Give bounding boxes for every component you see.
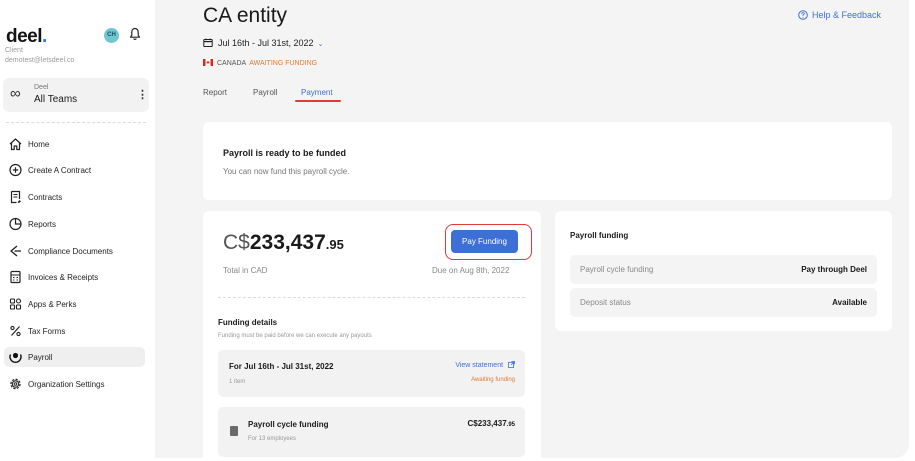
- funding-details-subtitle: Funding must be paid before we can execu…: [218, 333, 372, 339]
- payroll-cycle-funding-method: Payroll cycle funding Pay through Deel: [570, 255, 877, 284]
- funding-details-title: Funding details: [218, 318, 277, 327]
- sidebar: deel. Client demotest@letsdeel.co CH ∞ D…: [0, 0, 154, 461]
- banner-title: Payroll is ready to be funded: [223, 148, 346, 158]
- payroll-funding-title: Payroll funding: [570, 231, 628, 240]
- period-label: Jul 16th - Jul 31st, 2022: [218, 38, 314, 48]
- sidebar-item-label: Home: [28, 140, 49, 149]
- sidebar-item-label: Compliance Documents: [28, 247, 113, 256]
- page-title: CA entity: [203, 4, 287, 28]
- sidebar-item-payroll[interactable]: Payroll: [4, 347, 145, 367]
- sidebar-item-label: Tax Forms: [28, 327, 65, 336]
- statement-count: 1 item: [229, 379, 245, 385]
- row-value: Pay through Deel: [801, 265, 867, 274]
- compliance-icon: [8, 244, 23, 258]
- sidebar-item-compliance-documents[interactable]: Compliance Documents: [4, 241, 145, 261]
- avatar[interactable]: CH: [104, 28, 119, 43]
- account-email: demotest@letsdeel.co: [5, 57, 74, 64]
- status-badge: AWAITING FUNDING: [249, 60, 317, 67]
- period-selector[interactable]: Jul 16th - Jul 31st, 2022 ⌄: [203, 38, 323, 48]
- chevron-down-icon: ⌄: [318, 41, 324, 48]
- sidebar-item-home[interactable]: Home: [4, 134, 145, 154]
- view-statement-link[interactable]: View statement: [455, 361, 515, 369]
- sidebar-item-label: Reports: [28, 220, 56, 229]
- deel-logo[interactable]: deel.: [6, 26, 47, 48]
- deposit-status: Deposit status Available: [570, 288, 877, 317]
- row-key: Deposit status: [580, 298, 631, 307]
- sidebar-item-reports[interactable]: Reports: [4, 214, 145, 234]
- team-switcher[interactable]: ∞ Deel All Teams ⋮: [3, 78, 149, 112]
- due-date: Due on Aug 8th, 2022: [432, 266, 509, 275]
- more-vertical-icon[interactable]: ⋮: [137, 88, 148, 101]
- line-title: Payroll cycle funding: [248, 420, 328, 429]
- percent-icon: [8, 324, 23, 338]
- payroll-icon: [8, 350, 23, 364]
- statement-row: For Jul 16th - Jul 31st, 2022 1 item Vie…: [218, 350, 525, 397]
- tab-payment[interactable]: Payment: [301, 88, 333, 97]
- funding-ready-banner: Payroll is ready to be funded You can no…: [203, 122, 892, 200]
- sidebar-item-tax-forms[interactable]: Tax Forms: [4, 321, 145, 341]
- home-icon: [8, 137, 23, 151]
- sidebar-item-label: Payroll: [28, 353, 52, 362]
- banner-subtitle: You can now fund this payroll cycle.: [223, 167, 349, 176]
- tab-payroll[interactable]: Payroll: [253, 88, 277, 97]
- funding-card: C$233,437.95 Pay Funding Total in CAD Du…: [203, 211, 541, 458]
- plus-circle-icon: [8, 163, 23, 177]
- button-highlight-annotation: [445, 224, 532, 260]
- sidebar-item-invoices-receipts[interactable]: Invoices & Receipts: [4, 267, 145, 287]
- external-link-icon: [508, 361, 515, 368]
- funding-amount: C$233,437.95: [223, 231, 344, 255]
- row-value: Available: [832, 298, 867, 307]
- pie-chart-icon: [8, 217, 23, 231]
- team-org: Deel: [34, 84, 48, 91]
- account-role: Client: [5, 47, 23, 54]
- sidebar-item-label: Invoices & Receipts: [28, 273, 98, 282]
- sidebar-item-label: Organization Settings: [28, 380, 105, 389]
- country-status: CANADAAWAITING FUNDING: [203, 59, 317, 67]
- line-amount: C$233,437.95: [468, 419, 516, 428]
- gear-icon: [8, 377, 23, 391]
- infinity-icon: ∞: [10, 85, 21, 102]
- help-icon: [798, 10, 808, 20]
- payroll-cycle-funding-row: Payroll cycle funding For 13 employees C…: [218, 407, 525, 457]
- line-subtitle: For 13 employees: [248, 436, 296, 442]
- document-icon: [230, 426, 238, 436]
- bell-icon[interactable]: [129, 27, 141, 41]
- contract-icon: [8, 190, 23, 204]
- statement-title: For Jul 16th - Jul 31st, 2022: [229, 362, 333, 371]
- sidebar-divider: [6, 122, 146, 123]
- sidebar-item-apps-perks[interactable]: Apps & Perks: [4, 294, 145, 314]
- tab-report[interactable]: Report: [203, 88, 227, 97]
- payroll-funding-card: Payroll funding Payroll cycle funding Pa…: [555, 211, 892, 331]
- tab-active-underline: [295, 100, 341, 102]
- sidebar-item-label: Create A Contract: [28, 166, 91, 175]
- sidebar-item-label: Apps & Perks: [28, 300, 76, 309]
- team-name: All Teams: [34, 94, 77, 105]
- sidebar-item-organization-settings[interactable]: Organization Settings: [4, 374, 145, 394]
- country-name: CANADA: [217, 60, 246, 67]
- invoice-icon: [8, 270, 23, 284]
- canada-flag-icon: [203, 59, 213, 66]
- sidebar-item-contracts[interactable]: Contracts: [4, 187, 145, 207]
- sidebar-item-create-contract[interactable]: Create A Contract: [4, 160, 145, 180]
- main-content: CA entity Help & Feedback Jul 16th - Jul…: [155, 0, 909, 458]
- sidebar-item-label: Contracts: [28, 193, 62, 202]
- statement-status: Awaiting funding: [471, 377, 515, 383]
- app-frame: deel. Client demotest@letsdeel.co CH ∞ D…: [0, 0, 915, 461]
- apps-icon: [8, 297, 23, 311]
- card-divider: [218, 297, 525, 298]
- total-currency-label: Total in CAD: [223, 266, 267, 275]
- row-key: Payroll cycle funding: [580, 265, 653, 274]
- help-feedback-link[interactable]: Help & Feedback: [798, 10, 881, 20]
- calendar-icon: [203, 38, 213, 47]
